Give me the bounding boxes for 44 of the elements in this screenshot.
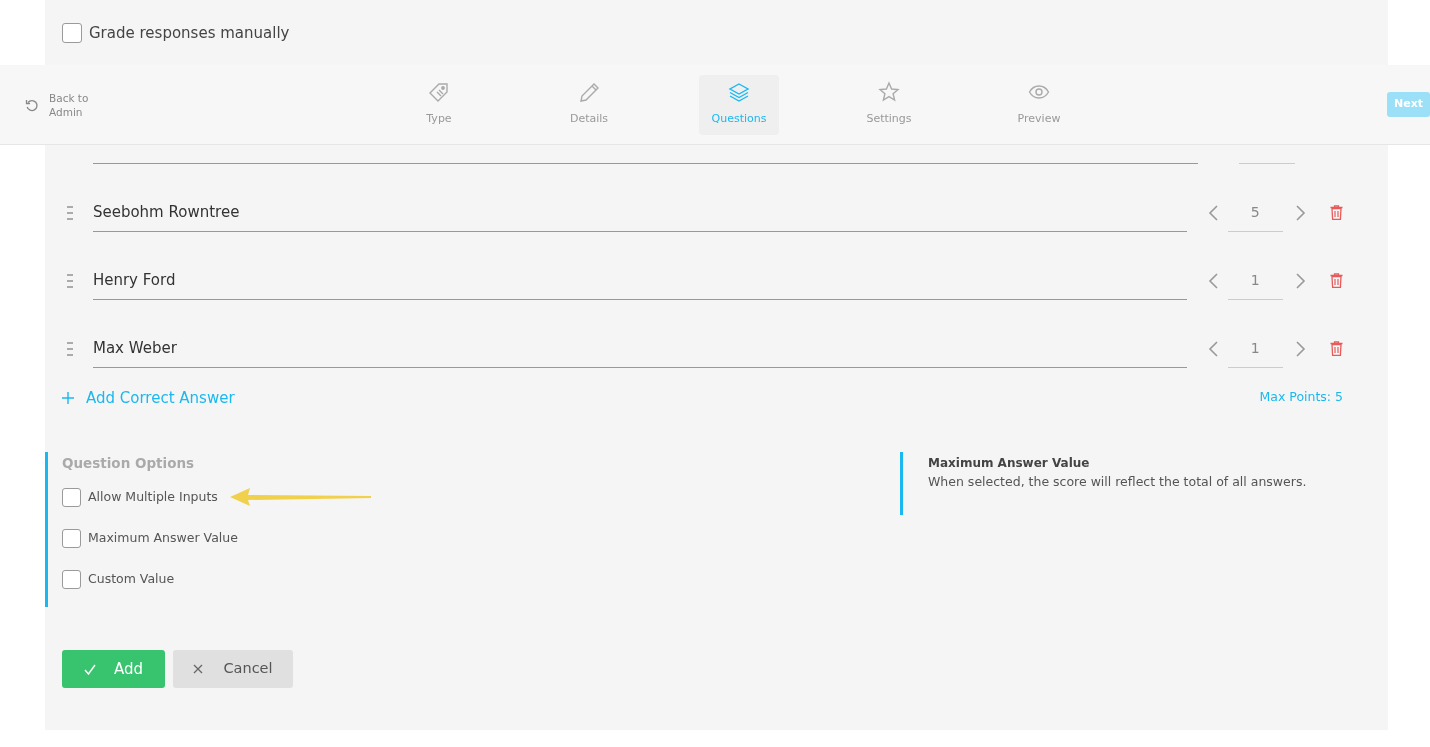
points-field[interactable]: 1 <box>1227 329 1283 368</box>
answer-field[interactable]: Henry Ford <box>92 261 1187 300</box>
points-field[interactable]: 1 <box>1227 261 1283 300</box>
checkbox-label: Grade responses manually <box>89 23 290 44</box>
checkbox-label: Maximum Answer Value <box>88 529 238 548</box>
checkbox-label: Allow Multiple Inputs <box>88 488 218 507</box>
add-button[interactable]: Add <box>62 650 165 689</box>
checkbox[interactable] <box>62 529 81 549</box>
chevron-left-icon[interactable] <box>1206 203 1219 222</box>
info-text: When selected, the score will reflect the total of all answers. <box>928 473 1307 491</box>
step-tab[interactable]: Type <box>399 74 479 135</box>
chevron-left-icon[interactable] <box>1206 271 1219 290</box>
layers-icon <box>728 81 750 104</box>
chevron-left-icon[interactable] <box>1206 339 1219 358</box>
step-tab[interactable]: Questions <box>699 74 779 135</box>
trash-icon[interactable] <box>1330 205 1343 220</box>
checkbox[interactable] <box>62 570 81 590</box>
section-heading: Question Options <box>62 454 196 473</box>
info-title: Maximum Answer Value <box>928 455 1091 472</box>
step-tab[interactable]: Details <box>549 74 629 135</box>
tag-icon <box>428 81 450 104</box>
checkbox[interactable] <box>62 488 81 508</box>
answer-field[interactable]: Max Weber <box>92 329 1187 368</box>
checkbox[interactable] <box>62 23 82 44</box>
step-tab[interactable]: Preview <box>999 74 1079 135</box>
cancel-button[interactable]: Cancel <box>173 650 293 689</box>
pencil-icon <box>578 81 600 104</box>
star-icon <box>878 81 900 104</box>
chevron-right-icon[interactable] <box>1295 339 1307 358</box>
back-link[interactable]: Back to Admin <box>25 90 93 119</box>
close-icon <box>193 664 204 675</box>
trash-icon[interactable] <box>1330 273 1343 288</box>
max-points-label: Max Points: 5 <box>1259 388 1343 407</box>
check-icon <box>83 663 96 675</box>
add-answer-link[interactable]: Add Correct Answer <box>62 386 235 409</box>
chevron-right-icon[interactable] <box>1295 203 1307 222</box>
chevron-right-icon[interactable] <box>1295 271 1307 290</box>
plus-icon <box>62 391 74 404</box>
step-tab[interactable]: Settings <box>849 74 929 135</box>
points-field[interactable]: 5 <box>1227 193 1283 232</box>
checkbox-label: Custom Value <box>88 570 175 589</box>
undo-icon <box>25 97 39 112</box>
trash-icon[interactable] <box>1330 341 1343 356</box>
answer-field[interactable]: Seebohm Rowntree <box>92 193 1187 232</box>
